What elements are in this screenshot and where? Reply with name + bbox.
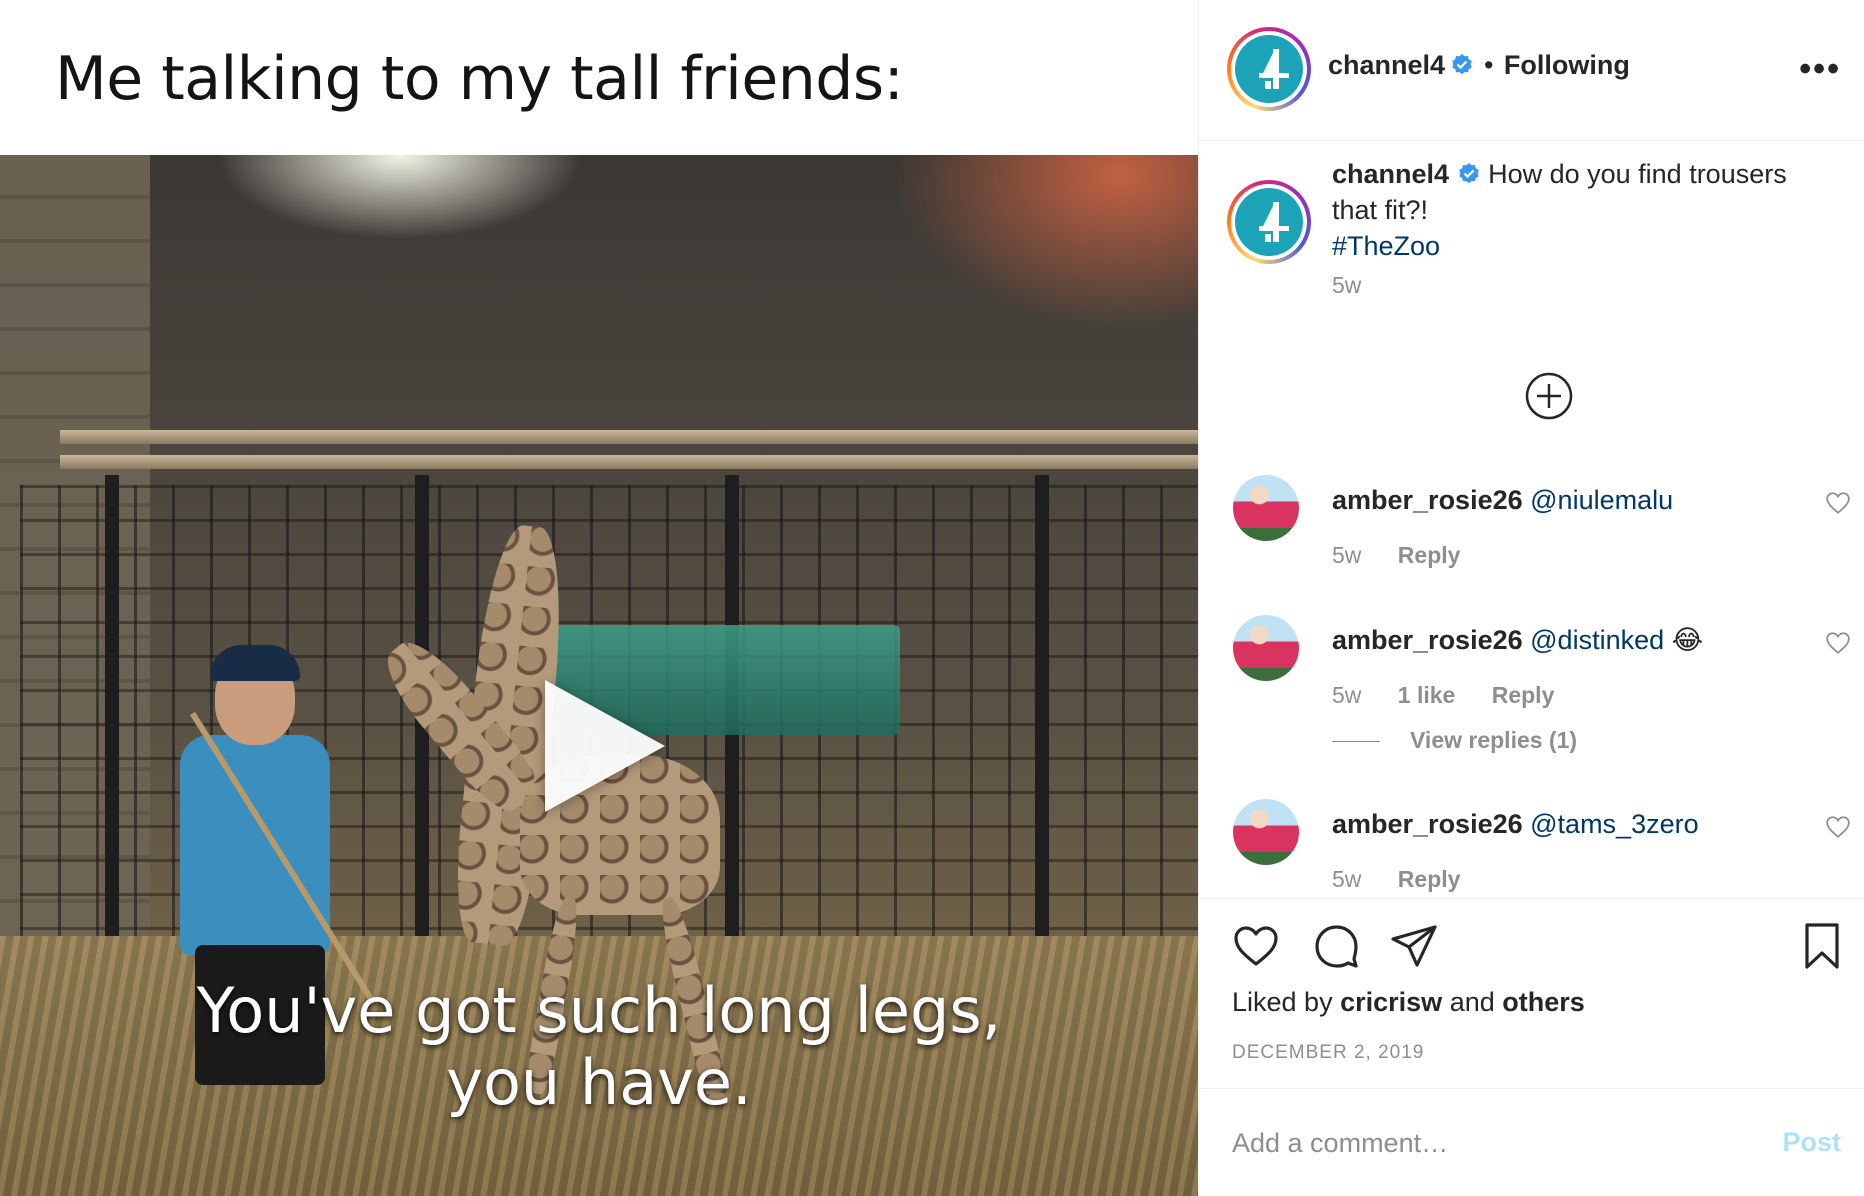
reply-button[interactable]: Reply <box>1398 542 1461 568</box>
load-more-comments-icon[interactable] <box>1525 372 1573 420</box>
header-title-row: channel4 • Following <box>1328 50 1630 81</box>
header-username[interactable]: channel4 <box>1328 50 1445 80</box>
reply-button[interactable]: Reply <box>1398 866 1461 892</box>
commenter-avatar[interactable] <box>1233 799 1299 865</box>
video-rail <box>60 430 1198 444</box>
caption-username[interactable]: channel4 <box>1332 159 1449 189</box>
comment-time[interactable]: 5w <box>1332 542 1361 568</box>
comment-username[interactable]: amber_rosie26 <box>1332 809 1523 839</box>
view-replies-label: View replies (1) <box>1410 727 1578 753</box>
keeper-cap <box>210 645 300 681</box>
comments-section[interactable]: channel4 How do you find trousers that f… <box>1199 142 1864 898</box>
comment-mention[interactable]: @niulemalu <box>1530 485 1673 515</box>
comment-time[interactable]: 5w <box>1332 866 1361 892</box>
following-button[interactable]: Following <box>1504 50 1630 80</box>
comment-likes-count[interactable]: 1 like <box>1398 682 1456 708</box>
comment-meta: 5w Reply <box>1332 866 1490 893</box>
channel4-logo-icon <box>1235 35 1303 103</box>
post-date[interactable]: DECEMBER 2, 2019 <box>1232 1042 1424 1064</box>
more-options-icon[interactable]: ••• <box>1799 50 1841 89</box>
view-replies-line <box>1332 741 1380 743</box>
liked-prefix: Liked by <box>1232 987 1333 1017</box>
comment-bubble-icon[interactable] <box>1311 921 1361 971</box>
comment-time[interactable]: 5w <box>1332 682 1361 708</box>
caption-time[interactable]: 5w <box>1332 272 1361 299</box>
video-subtitle-line1: You've got such long legs, <box>196 974 1002 1047</box>
post-header: channel4 • Following ••• <box>1199 0 1864 141</box>
commenter-avatar[interactable] <box>1233 615 1299 681</box>
video-player[interactable]: You've got such long legs, you have. <box>0 155 1198 1196</box>
comment-meta: 5w 1 like Reply <box>1332 682 1584 709</box>
post-actions: Liked by cricrisw and others DECEMBER 2,… <box>1199 898 1864 1088</box>
verified-badge-icon <box>1451 54 1472 75</box>
post-caption: channel4 How do you find trousers that f… <box>1332 156 1832 264</box>
comment-username[interactable]: amber_rosie26 <box>1332 625 1523 655</box>
liked-by-text: Liked by cricrisw and others <box>1232 987 1585 1018</box>
channel4-logo-icon <box>1235 188 1303 256</box>
comment-emoji: 😂 <box>1671 625 1704 655</box>
post-media: Me talking to my tall friends: You've go… <box>0 0 1198 1196</box>
post-comment-button[interactable]: Post <box>1782 1127 1841 1158</box>
comment-mention[interactable]: @distinked <box>1530 625 1664 655</box>
verified-badge-icon <box>1458 163 1479 184</box>
liked-and: and <box>1449 987 1495 1017</box>
comment-mention[interactable]: @tams_3zero <box>1530 809 1698 839</box>
liked-user-link[interactable]: cricrisw <box>1340 987 1442 1017</box>
keeper-figure <box>180 735 330 955</box>
liked-others-link[interactable]: others <box>1502 987 1585 1017</box>
comment-username[interactable]: amber_rosie26 <box>1332 485 1523 515</box>
comment-input[interactable] <box>1232 1119 1732 1167</box>
video-rail <box>60 455 1198 469</box>
profile-avatar[interactable] <box>1227 27 1311 111</box>
comment-text: amber_rosie26 @tams_3zero <box>1332 806 1699 842</box>
view-replies-button[interactable]: View replies (1) <box>1332 727 1577 754</box>
video-subtitle-line2: you have. <box>446 1046 752 1119</box>
meme-caption: Me talking to my tall friends: <box>55 44 904 114</box>
caption-avatar[interactable] <box>1227 180 1311 264</box>
comment-like-heart-icon[interactable] <box>1825 630 1851 656</box>
comment-like-heart-icon[interactable] <box>1825 814 1851 840</box>
save-bookmark-icon[interactable] <box>1797 921 1847 971</box>
comment-like-heart-icon[interactable] <box>1825 490 1851 516</box>
caption-hashtag[interactable]: #TheZoo <box>1332 231 1440 261</box>
comment-text: amber_rosie26 @niulemalu <box>1332 482 1673 518</box>
like-heart-icon[interactable] <box>1231 921 1281 971</box>
reply-button[interactable]: Reply <box>1492 682 1555 708</box>
play-icon[interactable] <box>545 680 665 812</box>
share-send-icon[interactable] <box>1389 921 1439 971</box>
post-sidebar: channel4 • Following ••• channel4 How do… <box>1198 0 1864 1196</box>
comment-meta: 5w Reply <box>1332 542 1490 569</box>
header-separator: • <box>1483 50 1494 80</box>
comment-text: amber_rosie26 @distinked 😂 <box>1332 622 1703 658</box>
commenter-avatar[interactable] <box>1233 475 1299 541</box>
add-comment-bar: Post <box>1199 1088 1864 1196</box>
